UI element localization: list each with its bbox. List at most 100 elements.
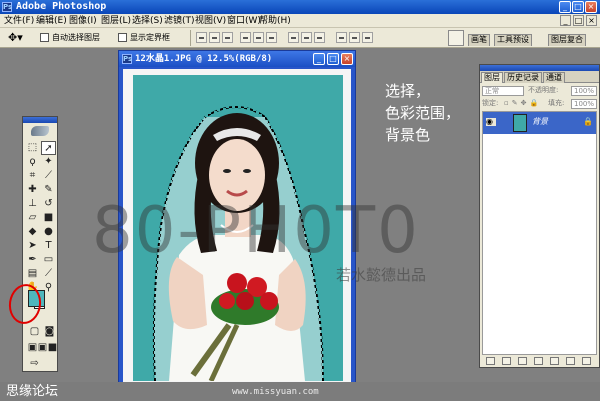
menu-window[interactable]: 窗口(W) <box>227 15 261 27</box>
path-selection-tool-icon[interactable]: ➤ <box>25 239 40 253</box>
menu-help[interactable]: 帮助(H) <box>259 15 291 27</box>
auto-select-layer-checkbox[interactable] <box>40 33 49 42</box>
eraser-tool-icon[interactable]: ▱ <box>25 211 40 225</box>
standard-mode-icon[interactable]: ▢ <box>27 325 42 339</box>
dodge-tool-icon[interactable]: ● <box>41 225 56 239</box>
menu-file[interactable]: 文件(F) <box>4 15 34 27</box>
doc-restore-button[interactable]: □ <box>573 15 584 26</box>
align-buttons <box>196 32 432 44</box>
doc-minimize-button[interactable]: _ <box>560 15 571 26</box>
layer-row[interactable]: ◉ 背景 🔒 <box>483 112 596 134</box>
doc-window-close-button[interactable]: × <box>341 53 353 65</box>
move-tool-icon[interactable]: ➚ <box>41 141 56 155</box>
close-button[interactable]: × <box>585 1 597 13</box>
new-fill-layer-icon[interactable] <box>534 357 543 365</box>
blend-mode-select[interactable]: 正常 <box>482 86 524 96</box>
tab-channels[interactable]: 通道 <box>543 72 565 83</box>
app-title-bar: Ps Adobe Photoshop _ □ × <box>0 0 600 14</box>
align-horizontal-centers-icon[interactable] <box>253 32 264 43</box>
clone-stamp-tool-icon[interactable]: ⊥ <box>25 197 40 211</box>
shape-tool-icon[interactable]: ▭ <box>41 253 56 267</box>
delete-layer-icon[interactable] <box>582 357 591 365</box>
type-tool-icon[interactable]: T <box>41 239 56 253</box>
full-screen-mode-icon[interactable]: ■ <box>45 341 60 355</box>
auto-select-layer-label: 自动选择图层 <box>52 33 100 42</box>
eye-icon[interactable]: ◉ <box>486 118 496 126</box>
app-title: Adobe Photoshop <box>16 1 107 12</box>
new-group-icon[interactable] <box>550 357 559 365</box>
show-bounding-box-checkbox[interactable] <box>118 33 127 42</box>
menu-image[interactable]: 图像(I) <box>69 15 97 27</box>
healing-brush-tool-icon[interactable]: ✚ <box>25 183 40 197</box>
blur-tool-icon[interactable]: ◆ <box>25 225 40 239</box>
crop-tool-icon[interactable]: ⌗ <box>25 169 40 183</box>
distribute-top-edges-icon[interactable] <box>288 32 299 43</box>
document-title-bar[interactable]: Ps 12水晶1.JPG @ 12.5%(RGB/8) _ □ × <box>119 51 355 67</box>
doc-window-maximize-button[interactable]: □ <box>327 53 339 65</box>
menu-layer[interactable]: 图层(L) <box>101 15 131 27</box>
menu-filter[interactable]: 滤镜(T) <box>164 15 195 27</box>
doc-window-minimize-button[interactable]: _ <box>313 53 325 65</box>
gradient-tool-icon[interactable]: ■ <box>41 211 56 225</box>
lock-icon: 🔒 <box>583 117 593 126</box>
menu-view[interactable]: 视图(V) <box>195 15 226 27</box>
align-left-edges-icon[interactable] <box>240 32 251 43</box>
marquee-tool-icon[interactable]: ⬚ <box>25 141 40 155</box>
footer-url: www.missyuan.com <box>232 387 319 397</box>
layer-name: 背景 <box>532 117 548 126</box>
align-right-edges-icon[interactable] <box>266 32 277 43</box>
distribute-bottom-edges-icon[interactable] <box>314 32 325 43</box>
doc-close-button[interactable]: × <box>586 15 597 26</box>
menu-edit[interactable]: 编辑(E) <box>36 15 67 27</box>
instruction-line-3: 背景色 <box>385 126 431 144</box>
history-brush-tool-icon[interactable]: ↺ <box>41 197 56 211</box>
lock-options-icon[interactable]: ▫✎✥🔒 <box>504 98 541 109</box>
file-browser-icon[interactable] <box>448 30 464 46</box>
footer-forum-name: 思缘论坛 <box>6 384 59 399</box>
brush-tool-icon[interactable]: ✎ <box>41 183 56 197</box>
distribute-horizontal-centers-icon[interactable] <box>349 32 360 43</box>
watermark-80-photo: 80-PH0T0 <box>92 194 420 268</box>
site-footer: 思缘论坛 www.missyuan.com <box>0 382 600 401</box>
layers-panel: 图层 历史记录 通道 正常 不透明度: 100% 锁定: ▫✎✥🔒 填充: 10… <box>479 64 600 368</box>
layer-list: ◉ 背景 🔒 <box>482 111 597 355</box>
distribute-right-edges-icon[interactable] <box>362 32 373 43</box>
align-bottom-edges-icon[interactable] <box>222 32 233 43</box>
tab-history[interactable]: 历史记录 <box>504 72 542 83</box>
layer-style-icon[interactable] <box>502 357 511 365</box>
link-layers-icon[interactable] <box>486 357 495 365</box>
adobe-online-icon[interactable] <box>31 126 49 136</box>
move-tool-icon[interactable]: ✥▾ <box>8 31 30 45</box>
fill-input[interactable]: 100% <box>571 99 597 109</box>
new-layer-icon[interactable] <box>566 357 575 365</box>
layers-panel-footer <box>480 355 599 367</box>
tools-panel-header[interactable] <box>23 117 57 123</box>
lasso-tool-icon[interactable]: ϙ <box>25 155 40 169</box>
jump-to-imageready-icon[interactable]: ⇨ <box>27 357 42 371</box>
quick-mask-mode-icon[interactable]: ◙ <box>42 325 57 339</box>
layer-thumbnail <box>513 114 527 132</box>
magic-wand-tool-icon[interactable]: ✦ <box>41 155 56 169</box>
palette-tab-brushes[interactable]: 画笔 <box>468 34 490 46</box>
tab-layers[interactable]: 图层 <box>481 72 503 83</box>
palette-tab-tool-presets[interactable]: 工具预设 <box>494 34 532 46</box>
slice-tool-icon[interactable]: ⟋ <box>41 169 56 183</box>
notes-tool-icon[interactable]: ▤ <box>25 267 40 281</box>
pen-tool-icon[interactable]: ✒ <box>25 253 40 267</box>
menu-select[interactable]: 选择(S) <box>132 15 163 27</box>
minimize-button[interactable]: _ <box>559 1 571 13</box>
palette-tab-layer-comps[interactable]: 图层复合 <box>548 34 586 46</box>
distribute-left-edges-icon[interactable] <box>336 32 347 43</box>
lock-label: 锁定: <box>482 99 499 107</box>
align-top-edges-icon[interactable] <box>196 32 207 43</box>
photoshop-icon: Ps <box>2 2 13 12</box>
layer-mask-icon[interactable] <box>518 357 527 365</box>
distribute-vertical-centers-icon[interactable] <box>301 32 312 43</box>
watermark-credit: 若水懿德出品 <box>336 266 427 284</box>
eyedropper-tool-icon[interactable]: ⟋ <box>41 267 56 281</box>
opacity-input[interactable]: 100% <box>571 86 597 96</box>
instruction-text: 选择， 色彩范围， 背景色 <box>385 80 475 146</box>
align-vertical-centers-icon[interactable] <box>209 32 220 43</box>
instruction-line-1: 选择， <box>385 82 431 100</box>
maximize-button[interactable]: □ <box>572 1 584 13</box>
